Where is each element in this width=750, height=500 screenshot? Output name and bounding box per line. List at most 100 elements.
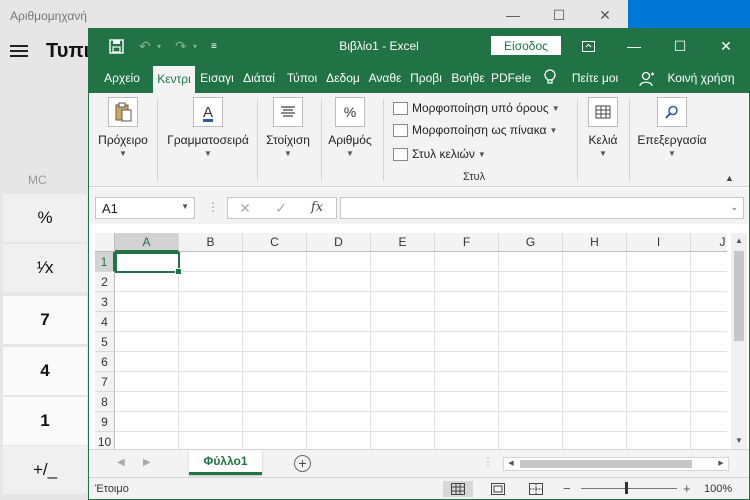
zoom-slider-knob[interactable] [625, 482, 628, 494]
tab-pdfelement[interactable]: PDFele [491, 63, 531, 93]
minimize-icon[interactable]: — [490, 0, 536, 30]
confirm-check-icon[interactable]: ✓ [266, 200, 296, 217]
formula-input[interactable]: ⌄ [340, 197, 744, 219]
column-header[interactable]: G [499, 233, 563, 252]
worksheet-grid[interactable]: ABCDEFGHIJ 1 2 3 4 5 6 7 8 9 10 [95, 233, 727, 449]
collapse-ribbon-icon[interactable]: ▲ [725, 173, 734, 183]
zoom-out-icon[interactable]: − [563, 481, 571, 496]
minimize-icon[interactable]: — [611, 29, 657, 63]
memory-clear-button[interactable]: MC [28, 173, 47, 187]
digit-1-key[interactable]: 1 [3, 397, 87, 445]
name-box[interactable]: A1 ▼ [95, 197, 195, 219]
tab-insert[interactable]: Εισαγι [197, 63, 237, 93]
column-header[interactable]: D [307, 233, 371, 252]
hamburger-menu-icon[interactable] [10, 42, 28, 60]
ribbon-display-options-icon[interactable] [565, 29, 611, 63]
scroll-down-icon[interactable]: ▼ [731, 433, 747, 449]
share-button[interactable]: Κοινή χρήση [657, 63, 745, 93]
tab-view[interactable]: Προβι [408, 63, 444, 93]
chevron-down-icon: ▼ [119, 149, 127, 158]
column-header[interactable]: I [627, 233, 691, 252]
editing-label: Επεξεργασία [637, 133, 707, 147]
format-as-table-button[interactable]: Μορφοποίηση ως πίνακα ▼ [393, 121, 557, 139]
scroll-right-icon[interactable]: ▶ [714, 458, 728, 470]
tab-file[interactable]: Αρχείο [97, 63, 147, 93]
cells-group[interactable]: Κελιά ▼ [583, 97, 623, 179]
vertical-scrollbar[interactable]: ▲ ▼ [731, 233, 747, 449]
tab-page-layout[interactable]: Διάταί [239, 63, 279, 93]
tab-help[interactable]: Βοήθε [449, 63, 487, 93]
excel-window: ↶ ▾ ↷ ▾ ≡ Βιβλίο1 - Excel Είσοδος — ☐ ✕ … [88, 28, 750, 500]
scroll-thumb[interactable] [734, 251, 744, 341]
row-header[interactable]: 5 [95, 332, 115, 352]
column-header[interactable]: F [435, 233, 499, 252]
number-group[interactable]: % Αριθμός ▼ [325, 97, 375, 179]
maximize-icon[interactable]: ☐ [657, 29, 703, 63]
formula-bar-grip-icon[interactable]: ⋮ [207, 200, 219, 214]
zoom-in-icon[interactable]: + [683, 481, 691, 496]
row-header[interactable]: 3 [95, 292, 115, 312]
row-header[interactable]: 9 [95, 412, 115, 432]
column-header[interactable]: E [371, 233, 435, 252]
scroll-up-icon[interactable]: ▲ [731, 233, 747, 249]
sheet-tab-1[interactable]: Φύλλο1 [189, 450, 262, 475]
cell-area[interactable] [115, 252, 727, 449]
tab-home[interactable]: Κεντρι [153, 66, 195, 93]
column-header[interactable]: J [691, 233, 727, 252]
maximize-icon[interactable]: ☐ [536, 0, 582, 30]
ribbon-divider [577, 99, 578, 181]
close-icon[interactable]: ✕ [703, 29, 749, 63]
close-icon[interactable]: ✕ [582, 0, 628, 30]
share-person-icon[interactable] [639, 71, 655, 87]
page-layout-view-icon[interactable] [483, 481, 513, 497]
tab-data[interactable]: Δεδομ [324, 63, 362, 93]
cell-styles-icon [393, 147, 408, 161]
horizontal-scrollbar[interactable]: ◀ ▶ [503, 457, 729, 471]
column-header[interactable]: B [179, 233, 243, 252]
active-cell-a1[interactable] [115, 252, 182, 275]
chevron-down-icon[interactable]: ⌄ [730, 202, 738, 213]
column-header[interactable]: C [243, 233, 307, 252]
cancel-icon[interactable]: ✕ [230, 200, 260, 217]
row-header[interactable]: 7 [95, 372, 115, 392]
sheet-prev-icon[interactable]: ◀ [117, 457, 125, 468]
column-header[interactable]: H [563, 233, 627, 252]
row-header[interactable]: 2 [95, 272, 115, 292]
lightbulb-icon[interactable] [543, 69, 557, 87]
digit-4-key[interactable]: 4 [3, 347, 87, 395]
formula-bar: A1 ▼ ⋮ ✕ ✓ fx ⌄ [89, 188, 749, 224]
conditional-formatting-button[interactable]: Μορφοποίηση υπό όρους ▼ [393, 99, 560, 117]
column-header[interactable]: A [115, 233, 179, 252]
row-header[interactable]: 8 [95, 392, 115, 412]
reciprocal-key[interactable]: ¹∕x [3, 244, 87, 292]
zoom-level[interactable]: 100% [704, 483, 732, 495]
cell-styles-button[interactable]: Στυλ κελιών ▼ [393, 145, 486, 163]
tab-split-grip-icon[interactable]: ⋮ [483, 457, 493, 468]
font-group[interactable]: A Γραμματοσειρά ▼ [163, 97, 253, 179]
row-header[interactable]: 1 [95, 252, 115, 272]
row-header[interactable]: 10 [95, 432, 115, 449]
tab-review[interactable]: Αναθε [366, 63, 404, 93]
scroll-left-icon[interactable]: ◀ [504, 458, 518, 470]
page-break-view-icon[interactable] [521, 481, 551, 497]
row-header[interactable]: 6 [95, 352, 115, 372]
percent-key[interactable]: % [3, 194, 87, 242]
tell-me-search[interactable]: Πείτε μοι [567, 63, 623, 93]
chevron-down-icon: ▼ [284, 149, 292, 158]
select-all-corner[interactable] [95, 233, 115, 252]
tab-formulas[interactable]: Τύποι [283, 63, 321, 93]
editing-group[interactable]: Επεξεργασία ▼ [635, 97, 709, 179]
row-header[interactable]: 4 [95, 312, 115, 332]
add-sheet-icon[interactable]: + [294, 455, 311, 472]
signin-button[interactable]: Είσοδος [491, 36, 561, 55]
clipboard-group[interactable]: Πρόχειρο ▼ [95, 97, 151, 179]
sheet-next-icon[interactable]: ▶ [143, 457, 151, 468]
digit-7-key[interactable]: 7 [3, 296, 87, 344]
insert-function-icon[interactable]: fx [302, 200, 332, 215]
zoom-slider[interactable] [581, 488, 677, 489]
cells-label: Κελιά [588, 133, 618, 147]
normal-view-icon[interactable] [443, 481, 473, 497]
negate-key[interactable]: +/_ [3, 446, 87, 494]
horizontal-scroll-thumb[interactable] [520, 460, 692, 468]
alignment-group[interactable]: Στοίχιση ▼ [261, 97, 315, 179]
